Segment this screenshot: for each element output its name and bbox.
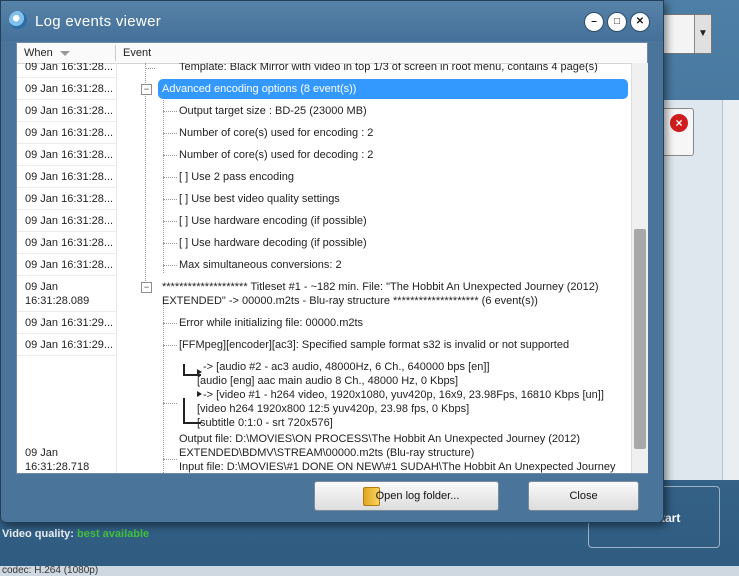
event-text: Template: Black Mirror with video in top… bbox=[179, 63, 598, 73]
event-text: Max simultaneous conversions: 2 bbox=[179, 259, 342, 271]
dialog-title: Log events viewer bbox=[35, 13, 162, 30]
event-text: [ ] Use 2 pass encoding bbox=[179, 171, 294, 183]
remove-icon: × bbox=[670, 114, 688, 132]
when-cell: 09 Jan 16:31:28... bbox=[25, 127, 114, 139]
event-group-advanced[interactable]: Advanced encoding options (8 event(s)) bbox=[162, 82, 356, 96]
log-events-dialog: Log events viewer – □ ✕ When Event 09 Ja… bbox=[0, 0, 664, 523]
column-header-event[interactable]: Event bbox=[123, 47, 151, 59]
event-text: [FFMpeg][encoder][ac3]: Specified sample… bbox=[179, 339, 570, 351]
sort-descending-icon bbox=[60, 51, 70, 56]
background-scrollbar[interactable] bbox=[722, 100, 739, 480]
event-text: Output target size : BD-25 (23000 MB) bbox=[179, 105, 367, 117]
event-text: -> [video #1 - h264 video, 1920x1080, yu… bbox=[203, 389, 604, 401]
open-log-folder-label: Open log folder... bbox=[375, 490, 460, 502]
close-window-button[interactable]: ✕ bbox=[630, 12, 650, 32]
event-text: Input file: D:\MOVIES\#1 DONE ON NEW\#1 … bbox=[179, 461, 616, 473]
event-group-titleset-cont: EXTENDED" -> 00000.m2ts - Blu-ray struct… bbox=[162, 295, 538, 307]
collapse-toggle-icon[interactable]: − bbox=[141, 84, 152, 95]
when-cell: 09 Jan 16:31:29... bbox=[25, 317, 114, 329]
event-text: -> [audio #2 - ac3 audio, 48000Hz, 6 Ch.… bbox=[203, 361, 490, 373]
when-cell: 09 Jan 16:31:28... bbox=[25, 105, 114, 117]
scrollbar-thumb[interactable] bbox=[634, 229, 646, 449]
close-button[interactable]: Close bbox=[528, 481, 639, 511]
chevron-down-icon[interactable]: ▼ bbox=[694, 15, 711, 53]
arrow-right-icon bbox=[197, 391, 202, 397]
when-cell: 16:31:28.089 bbox=[25, 295, 90, 307]
close-button-label: Close bbox=[569, 490, 598, 502]
event-text: Output file: D:\MOVIES\ON PROCESS\The Ho… bbox=[179, 433, 581, 445]
collapse-toggle-icon[interactable]: − bbox=[141, 282, 152, 293]
when-cell: 09 Jan 16:31:28... bbox=[25, 215, 114, 227]
log-list-view[interactable]: When Event 09 Jan 16:31:28... 09 Jan 16:… bbox=[16, 42, 648, 474]
when-cell: 09 Jan bbox=[25, 447, 59, 459]
maximize-button[interactable]: □ bbox=[607, 12, 627, 32]
open-log-folder-button[interactable]: Open log folder... bbox=[314, 481, 499, 511]
when-cell: 09 Jan 16:31:28... bbox=[25, 193, 114, 205]
when-column: 09 Jan 16:31:28... 09 Jan 16:31:28... 09… bbox=[17, 63, 117, 473]
when-cell: 09 Jan 16:31:28... bbox=[25, 63, 114, 73]
event-text: [ ] Use best video quality settings bbox=[179, 193, 340, 205]
event-text: [ ] Use hardware decoding (if possible) bbox=[179, 237, 367, 249]
when-cell: 09 Jan 16:31:28... bbox=[25, 237, 114, 249]
log-rows: 09 Jan 16:31:28... 09 Jan 16:31:28... 09… bbox=[17, 63, 631, 473]
vertical-scrollbar[interactable] bbox=[631, 63, 648, 473]
status-bar: codec: H.264 (1080p) bbox=[0, 566, 739, 576]
when-cell: 09 Jan bbox=[25, 281, 59, 293]
event-group-titleset[interactable]: ******************** Titleset #1 - ~182 … bbox=[162, 280, 599, 294]
event-text: [ ] Use hardware encoding (if possible) bbox=[179, 215, 367, 227]
when-cell: 09 Jan 16:31:29... bbox=[25, 339, 114, 351]
when-cell: 09 Jan 16:31:28... bbox=[25, 171, 114, 183]
event-text: [video h264 1920x800 12:5 yuv420p, 23.98… bbox=[197, 403, 470, 415]
when-cell: 09 Jan 16:31:28... bbox=[25, 149, 114, 161]
list-header: When Event bbox=[17, 43, 647, 64]
when-cell: 09 Jan 16:31:28... bbox=[25, 259, 114, 271]
event-text: Error while initializing file: 00000.m2t… bbox=[179, 317, 364, 329]
minimize-button[interactable]: – bbox=[584, 12, 604, 32]
video-quality-value: best available bbox=[76, 528, 150, 540]
when-cell: 09 Jan 16:31:28... bbox=[25, 83, 114, 95]
event-text: Number of core(s) used for decoding : 2 bbox=[179, 149, 374, 161]
when-cell: 16:31:28.718 bbox=[25, 461, 90, 473]
app-icon bbox=[9, 11, 27, 29]
event-text: [audio [eng] aac main audio 8 Ch., 48000… bbox=[197, 375, 459, 387]
column-header-when[interactable]: When bbox=[24, 47, 53, 59]
event-text: [subtitle 0:1:0 - srt 720x576] bbox=[197, 417, 333, 429]
event-text: Number of core(s) used for encoding : 2 bbox=[179, 127, 374, 139]
video-quality-label: Video quality: bbox=[2, 528, 74, 540]
video-quality-status: Video quality: best available bbox=[2, 528, 149, 540]
event-text: EXTENDED\BDMV\STREAM\00000.m2ts (Blu-ray… bbox=[179, 447, 475, 459]
title-bar[interactable]: Log events viewer – □ ✕ bbox=[1, 1, 663, 41]
